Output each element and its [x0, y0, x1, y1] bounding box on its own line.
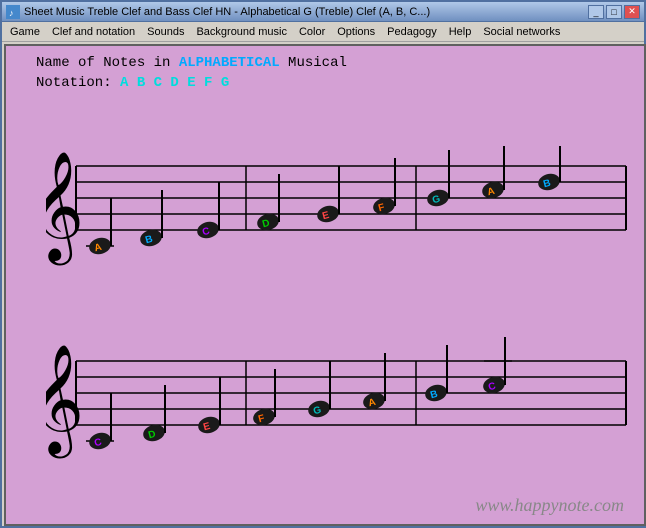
header-line1: Name of Notes in ALPHABETICAL Musical	[36, 54, 347, 74]
title-bar-buttons: _ □ ✕	[588, 5, 640, 19]
close-button[interactable]: ✕	[624, 5, 640, 19]
menu-item-clef-and-notation[interactable]: Clef and notation	[46, 22, 141, 42]
staff-1: 𝄞 A B C D E F	[46, 146, 636, 266]
svg-text:♪: ♪	[9, 8, 14, 18]
menu-item-color[interactable]: Color	[293, 22, 331, 42]
header-text: Name of Notes in ALPHABETICAL Musical No…	[36, 54, 347, 93]
header-notes: A B C D E F G	[120, 75, 229, 91]
app-icon: ♪	[6, 5, 20, 19]
menu-bar: GameClef and notationSoundsBackground mu…	[2, 22, 644, 42]
header-line1-plain: Name of Notes in	[36, 55, 179, 71]
menu-item-options[interactable]: Options	[331, 22, 381, 42]
header-notation-plain: Notation:	[36, 75, 120, 91]
title-bar-text: Sheet Music Treble Clef and Bass Clef HN…	[24, 6, 588, 18]
treble-clef-2: 𝄞	[46, 346, 84, 459]
header-line1-end: Musical	[280, 55, 347, 71]
menu-item-pedagogy[interactable]: Pedagogy	[381, 22, 443, 42]
minimize-button[interactable]: _	[588, 5, 604, 19]
website-text: www.happynote.com	[475, 495, 624, 516]
maximize-button[interactable]: □	[606, 5, 622, 19]
treble-clef-1: 𝄞	[46, 153, 84, 266]
header-alphabetical: ALPHABETICAL	[179, 55, 280, 71]
menu-item-background-music[interactable]: Background music	[190, 22, 293, 42]
staff-2: 𝄞 C D E F G A	[46, 331, 636, 461]
menu-item-sounds[interactable]: Sounds	[141, 22, 190, 42]
main-content: Name of Notes in ALPHABETICAL Musical No…	[4, 44, 646, 526]
header-line2: Notation: A B C D E F G	[36, 74, 347, 94]
title-bar: ♪ Sheet Music Treble Clef and Bass Clef …	[2, 2, 644, 22]
app-window: ♪ Sheet Music Treble Clef and Bass Clef …	[0, 0, 646, 528]
menu-item-help[interactable]: Help	[443, 22, 478, 42]
menu-item-game[interactable]: Game	[4, 22, 46, 42]
menu-item-social-networks[interactable]: Social networks	[477, 22, 566, 42]
